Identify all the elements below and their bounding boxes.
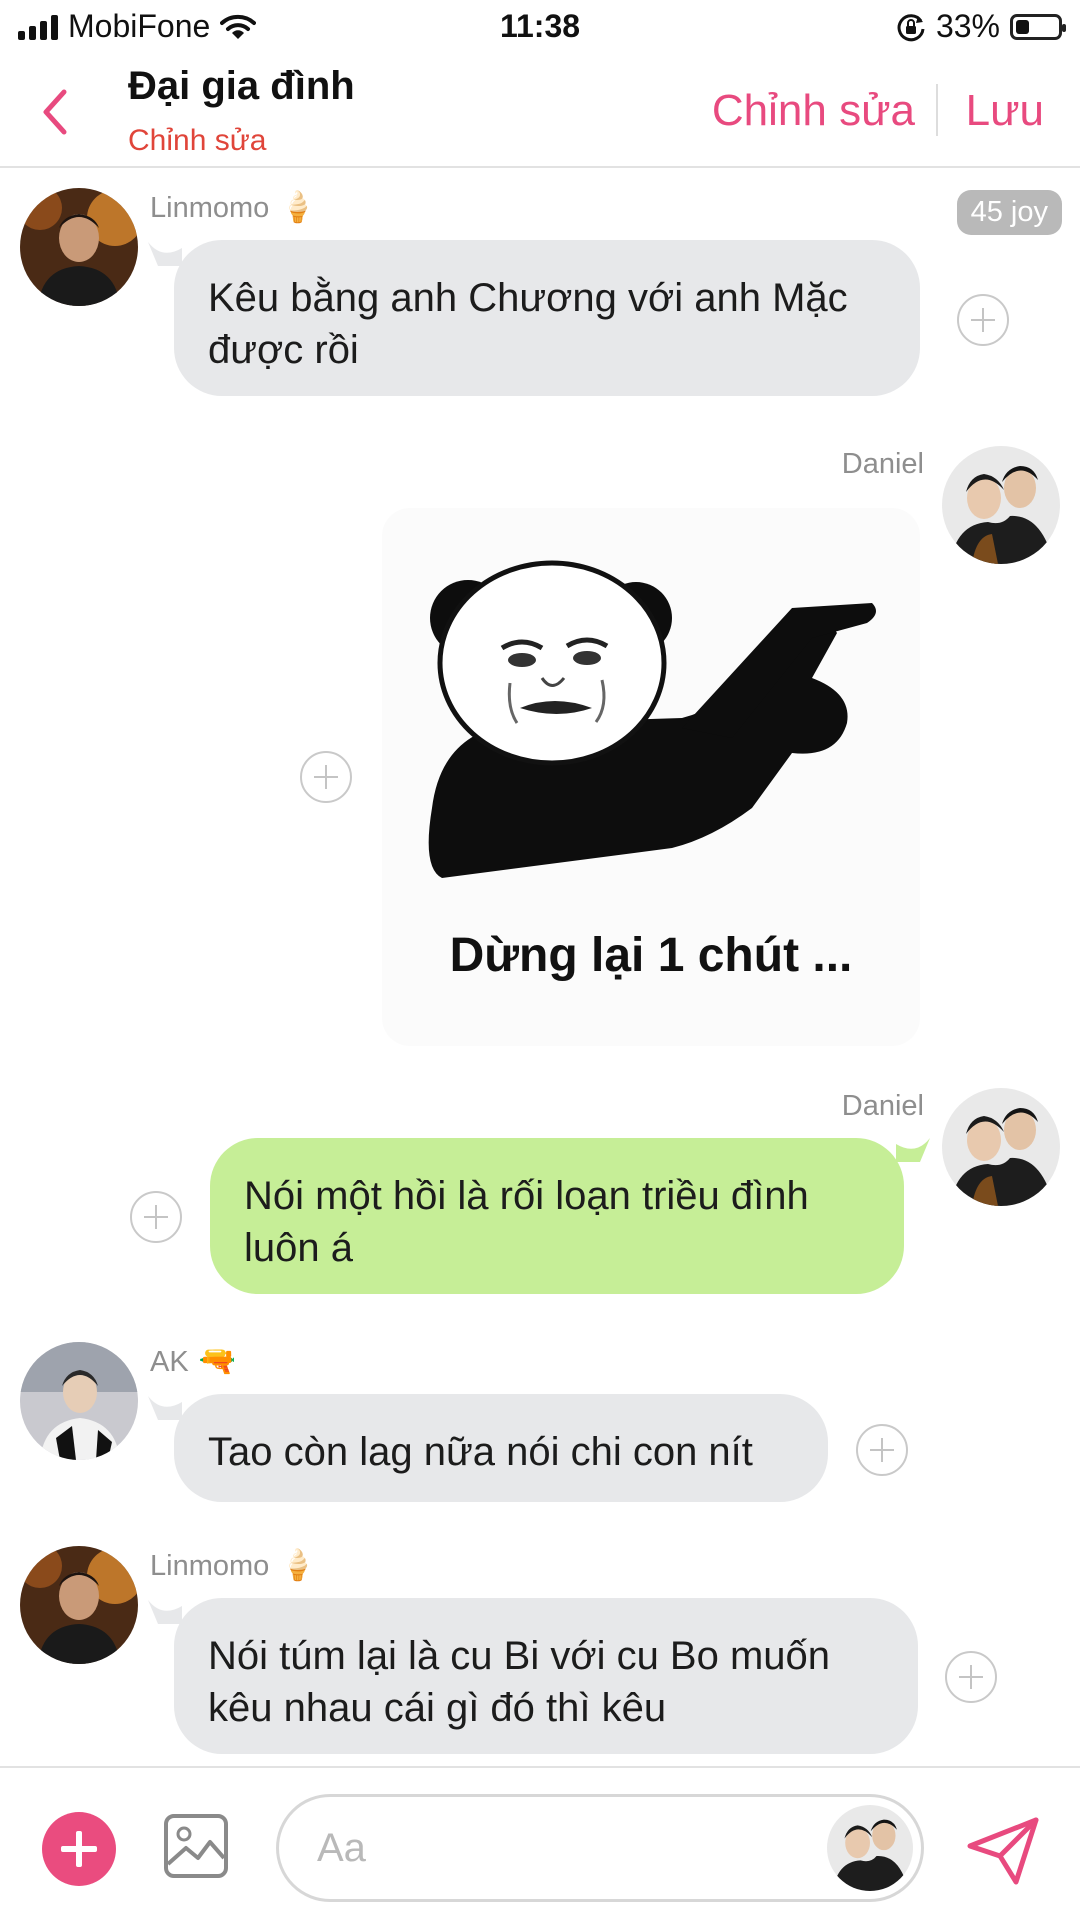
send-button[interactable] [966,1816,1040,1886]
battery-fill [1016,19,1029,34]
edit-button[interactable]: Chỉnh sửa [712,86,915,136]
message-bubble[interactable]: Kêu bằng anh Chương với anh Mặc được rồi [174,240,920,396]
bubble-tail [148,242,182,266]
bubble-tail [148,1396,182,1420]
battery-icon [1010,13,1066,40]
send-icon [967,1817,1039,1885]
sender-name: AK 🔫 [150,1345,237,1378]
react-add-button[interactable] [856,1424,908,1476]
chat-title: Đại gia đình [128,64,355,108]
ice-cream-icon: 🍦 [279,191,317,224]
save-button[interactable]: Lưu [966,86,1044,136]
status-right: 33% [896,8,1066,45]
message-bubble[interactable]: Nói một hồi là rối loạn triều đình luôn … [210,1138,904,1294]
sender-name: Daniel [841,1090,924,1122]
avatar-linmomo[interactable] [20,188,138,306]
avatar-linmomo[interactable] [20,1546,138,1664]
message-bubble[interactable]: Tao còn lag nữa nói chi con nít [174,1394,828,1502]
status-bar: MobiFone 11:38 33% [0,0,1080,58]
joy-badge: 45 joy [956,190,1062,235]
sender-name: Daniel [841,448,924,480]
message-input-container[interactable] [276,1794,924,1902]
sender-name: Linmomo 🍦 [150,191,317,224]
avatar-daniel[interactable] [942,446,1060,564]
image-icon [164,1814,228,1878]
chat-subtitle-edit-link[interactable]: Chỉnh sửa [128,124,267,158]
ice-cream-icon: 🍦 [279,1549,317,1582]
header-divider [936,84,938,136]
bubble-tail [896,1138,930,1162]
panda-meme-icon [428,560,876,878]
water-gun-icon: 🔫 [198,1345,237,1378]
sticker-caption: Dừng lại 1 chút ... [449,929,853,982]
message-bubble[interactable]: Nói túm lại là cu Bi với cu Bo muốn kêu … [174,1598,918,1754]
image-picker-button[interactable] [162,1812,230,1880]
add-attachment-button[interactable] [42,1812,116,1886]
avatar-ak[interactable] [20,1342,138,1460]
react-add-button[interactable] [300,751,352,803]
battery-percent: 33% [935,8,1000,44]
rotation-lock-icon [897,13,925,41]
chat-header: Đại gia đình Chỉnh sửa Chỉnh sửa Lưu [0,58,1080,168]
back-button[interactable] [36,84,76,140]
sticker-avatar-button[interactable] [827,1805,913,1891]
chevron-left-icon [43,89,67,135]
composer-bar [0,1766,1080,1922]
sticker-image[interactable]: Dừng lại 1 chút ... [382,508,920,1046]
avatar-daniel[interactable] [942,1088,1060,1206]
sender-name: Linmomo 🍦 [150,1549,317,1582]
message-input[interactable] [315,1817,799,1879]
react-add-button[interactable] [957,294,1009,346]
bubble-tail [148,1600,182,1624]
react-add-button[interactable] [130,1191,182,1243]
react-add-button[interactable] [945,1651,997,1703]
